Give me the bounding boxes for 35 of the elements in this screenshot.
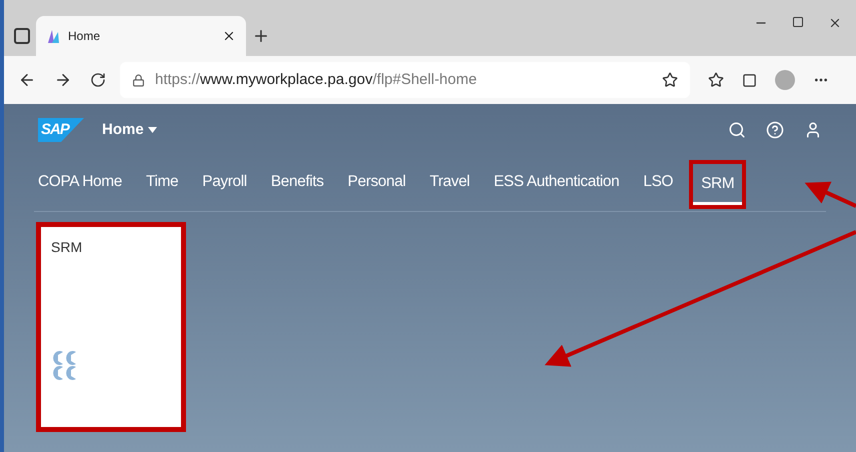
new-tab-icon[interactable] <box>252 27 270 45</box>
tab-title: Home <box>68 28 102 45</box>
nav-tab[interactable]: Benefits <box>266 156 328 211</box>
url-text: https://www.myworkplace.pa.gov/flp#Shell-home <box>155 70 478 90</box>
app-tile[interactable]: SRM <box>36 222 186 432</box>
close-icon[interactable] <box>828 16 842 30</box>
add-favorite-icon[interactable] <box>662 72 678 88</box>
callout-arrow <box>804 182 856 208</box>
maximize-icon[interactable] <box>792 16 804 28</box>
browser-tab[interactable]: Home <box>36 16 246 56</box>
address-bar[interactable]: https://www.myworkplace.pa.gov/flp#Shell-home <box>120 62 690 98</box>
nav-tab[interactable]: Personal <box>344 156 410 211</box>
nav-tab[interactable]: Travel <box>426 156 474 211</box>
nav-tab[interactable]: Time <box>142 156 182 211</box>
tile-title: SRM <box>51 238 84 257</box>
back-icon[interactable] <box>18 71 36 89</box>
tab-actions-icon[interactable] <box>14 28 30 44</box>
nav-tab[interactable]: ESS Authentication <box>490 156 624 211</box>
dropdown-caret-icon[interactable] <box>148 127 157 133</box>
help-icon[interactable] <box>766 121 784 139</box>
close-tab-icon[interactable] <box>222 29 236 43</box>
lock-icon <box>132 74 145 86</box>
collections-icon[interactable] <box>742 72 757 88</box>
app-logo-icon <box>46 28 60 44</box>
forward-icon[interactable] <box>54 71 72 89</box>
reload-icon[interactable] <box>90 72 106 88</box>
nav-tab[interactable]: COPA Home <box>34 156 126 211</box>
favorites-icon[interactable] <box>708 72 724 88</box>
user-icon[interactable] <box>804 121 822 139</box>
search-icon[interactable] <box>728 121 746 139</box>
nav-tab[interactable]: LSO <box>639 156 678 211</box>
nav-tab[interactable]: Payroll <box>198 156 251 211</box>
shell-title[interactable]: Home <box>102 118 144 142</box>
tile-app-icon <box>51 351 77 381</box>
sap-logo: SAP <box>38 118 84 142</box>
